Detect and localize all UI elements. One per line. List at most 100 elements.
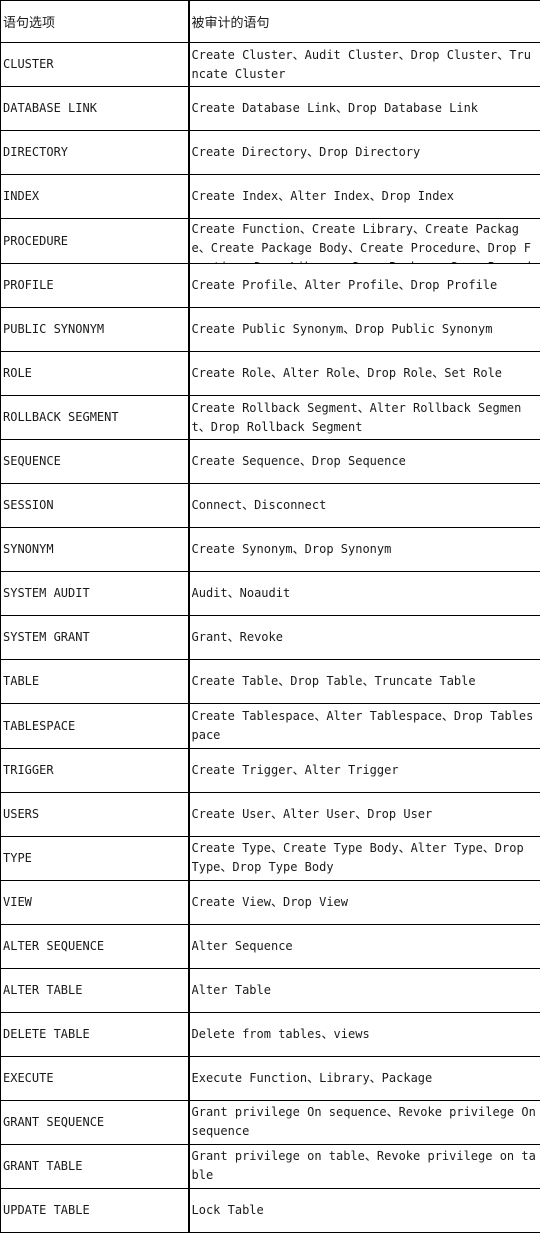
header-audited-statements: 被审计的语句: [187, 0, 540, 43]
header-statement-option: 语句选项: [0, 0, 189, 43]
table-row: SEQUENCE Create Sequence、Drop Sequence: [0, 439, 540, 485]
statements-text: Create Role、Alter Role、Drop Role、Set Rol…: [191, 366, 503, 381]
statements-text: Create Table、Drop Table、Truncate Table: [191, 674, 476, 689]
statements-text: Create View、Drop View: [191, 894, 349, 909]
statements-text: Lock Table: [191, 1202, 264, 1217]
table-header: 语句选项 被审计的语句: [0, 0, 540, 43]
option-cell: PROFILE: [0, 263, 189, 309]
statements-text: Create Trigger、Alter Trigger: [191, 762, 399, 777]
option-cell: GRANT TABLE: [0, 1144, 189, 1189]
statements-cell: Grant privilege On sequence、Revoke privi…: [187, 1100, 540, 1145]
statements-text: Grant privilege On sequence、Revoke privi…: [191, 1105, 536, 1139]
statements-cell: Grant privilege on table、Revoke privileg…: [187, 1144, 540, 1189]
option-cell: DIRECTORY: [0, 130, 189, 176]
option-cell: DELETE TABLE: [0, 1012, 189, 1057]
audit-statement-table: 语句选项 被审计的语句 CLUSTER Create Cluster、Audit …: [0, 0, 540, 1233]
option-cell: TYPE: [0, 836, 189, 881]
statements-text: Create Synonym、Drop Synonym: [191, 542, 392, 557]
table-row: TABLE Create Table、Drop Table、Truncate Ta…: [0, 659, 540, 705]
statements-text: Create User、Alter User、Drop User: [191, 806, 433, 821]
statements-text: Execute Function、Library、Package: [191, 1070, 433, 1085]
option-cell: SYSTEM GRANT: [0, 615, 189, 661]
table-row: ALTER TABLE Alter Table: [0, 968, 540, 1013]
option-cell: TABLESPACE: [0, 703, 189, 749]
table-row: SYSTEM GRANT Grant、Revoke: [0, 615, 540, 661]
statements-cell: Create Cluster、Audit Cluster、Drop Cluste…: [187, 42, 540, 88]
statements-cell: Create Trigger、Alter Trigger: [187, 748, 540, 793]
statements-cell: Create Synonym、Drop Synonym: [187, 527, 540, 573]
option-cell: SYSTEM AUDIT: [0, 571, 189, 617]
statements-cell: Create View、Drop View: [187, 880, 540, 925]
option-cell: ROLE: [0, 351, 189, 397]
table-row: TYPE Create Type、Create Type Body、Alter T…: [0, 836, 540, 881]
option-cell: DATABASE LINK: [0, 86, 189, 132]
statements-text: Create Type、Create Type Body、Alter Type、…: [191, 841, 524, 875]
statements-text: Create Profile、Alter Profile、Drop Profil…: [191, 278, 498, 293]
statements-cell: Create Rollback Segment、Alter Rollback S…: [187, 395, 540, 441]
statements-text: Connect、Disconnect: [191, 498, 327, 513]
option-cell: ALTER TABLE: [0, 968, 189, 1013]
statements-cell: Create Public Synonym、Drop Public Synony…: [187, 307, 540, 353]
table-row: ROLLBACK SEGMENT Create Rollback Segment、…: [0, 395, 540, 441]
table-body: CLUSTER Create Cluster、Audit Cluster、Drop…: [0, 42, 540, 1233]
option-cell: VIEW: [0, 880, 189, 925]
statements-text: Audit、Noaudit: [191, 586, 291, 601]
option-cell: PROCEDURE: [0, 218, 189, 265]
statements-cell: Create Directory、Drop Directory: [187, 130, 540, 176]
table-row: GRANT TABLE Grant privilege on table、Revo…: [0, 1144, 540, 1189]
table-row: UPDATE TABLE Lock Table: [0, 1188, 540, 1233]
table-row: EXECUTE Execute Function、Library、Package: [0, 1056, 540, 1101]
statements-cell: Create Profile、Alter Profile、Drop Profil…: [187, 263, 540, 309]
table-row: VIEW Create View、Drop View: [0, 880, 540, 925]
statements-text: Create Cluster、Audit Cluster、Drop Cluste…: [191, 47, 531, 81]
option-cell: INDEX: [0, 174, 189, 220]
table-row: SYNONYM Create Synonym、Drop Synonym: [0, 527, 540, 573]
table-row: DIRECTORY Create Directory、Drop Directory: [0, 130, 540, 176]
table-row: CLUSTER Create Cluster、Audit Cluster、Drop…: [0, 42, 540, 88]
option-cell: USERS: [0, 792, 189, 837]
statements-text: Create Tablespace、Alter Tablespace、Drop …: [191, 709, 534, 742]
option-cell: SESSION: [0, 483, 189, 529]
option-cell: ROLLBACK SEGMENT: [0, 395, 189, 441]
statements-cell: Connect、Disconnect: [187, 483, 540, 529]
table-row: PROCEDURE Create Function、Create Library、…: [0, 218, 540, 265]
option-cell: TRIGGER: [0, 748, 189, 793]
statements-cell: Create Sequence、Drop Sequence: [187, 439, 540, 485]
statements-text: Grant、Revoke: [191, 630, 283, 645]
table-row: SYSTEM AUDIT Audit、Noaudit: [0, 571, 540, 617]
table-row: ROLE Create Role、Alter Role、Drop Role、Set…: [0, 351, 540, 397]
statements-text: Create Sequence、Drop Sequence: [191, 454, 406, 469]
statements-cell: Create Type、Create Type Body、Alter Type、…: [187, 836, 540, 881]
statements-cell: Delete from tables、views: [187, 1012, 540, 1057]
statements-text: Alter Table: [191, 982, 271, 997]
table-row: USERS Create User、Alter User、Drop User: [0, 792, 540, 837]
table-row: DATABASE LINK Create Database Link、Drop D…: [0, 86, 540, 132]
table-row: SESSION Connect、Disconnect: [0, 483, 540, 529]
statements-text: Create Directory、Drop Directory: [191, 145, 421, 160]
statements-text: Create Public Synonym、Drop Public Synony…: [191, 322, 493, 337]
table-row: PROFILE Create Profile、Alter Profile、Drop…: [0, 263, 540, 309]
statements-cell: Create Index、Alter Index、Drop Index: [187, 174, 540, 220]
statements-text: Create Function、Create Library、Create Pa…: [191, 221, 531, 263]
option-cell: EXECUTE: [0, 1056, 189, 1101]
statements-cell: Create User、Alter User、Drop User: [187, 792, 540, 837]
statements-cell: Alter Table: [187, 968, 540, 1013]
statements-cell: Create Function、Create Library、Create Pa…: [187, 218, 540, 265]
statements-cell: Create Tablespace、Alter Tablespace、Drop …: [187, 703, 540, 749]
table-row: DELETE TABLE Delete from tables、views: [0, 1012, 540, 1057]
statements-cell: Create Table、Drop Table、Truncate Table: [187, 659, 540, 705]
option-cell: ALTER SEQUENCE: [0, 924, 189, 969]
option-cell: CLUSTER: [0, 42, 189, 88]
table-row: GRANT SEQUENCE Grant privilege On sequenc…: [0, 1100, 540, 1145]
table-row: INDEX Create Index、Alter Index、Drop Index: [0, 174, 540, 220]
table-row: TABLESPACE Create Tablespace、Alter Tables…: [0, 703, 540, 749]
statements-cell: Alter Sequence: [187, 924, 540, 969]
option-cell: GRANT SEQUENCE: [0, 1100, 189, 1145]
table-row: TRIGGER Create Trigger、Alter Trigger: [0, 748, 540, 793]
statements-cell: Execute Function、Library、Package: [187, 1056, 540, 1101]
statements-text: Alter Sequence: [191, 938, 293, 953]
option-cell: PUBLIC SYNONYM: [0, 307, 189, 353]
statements-cell: Lock Table: [187, 1188, 540, 1233]
table-row: PUBLIC SYNONYM Create Public Synonym、Drop…: [0, 307, 540, 353]
option-cell: UPDATE TABLE: [0, 1188, 189, 1233]
